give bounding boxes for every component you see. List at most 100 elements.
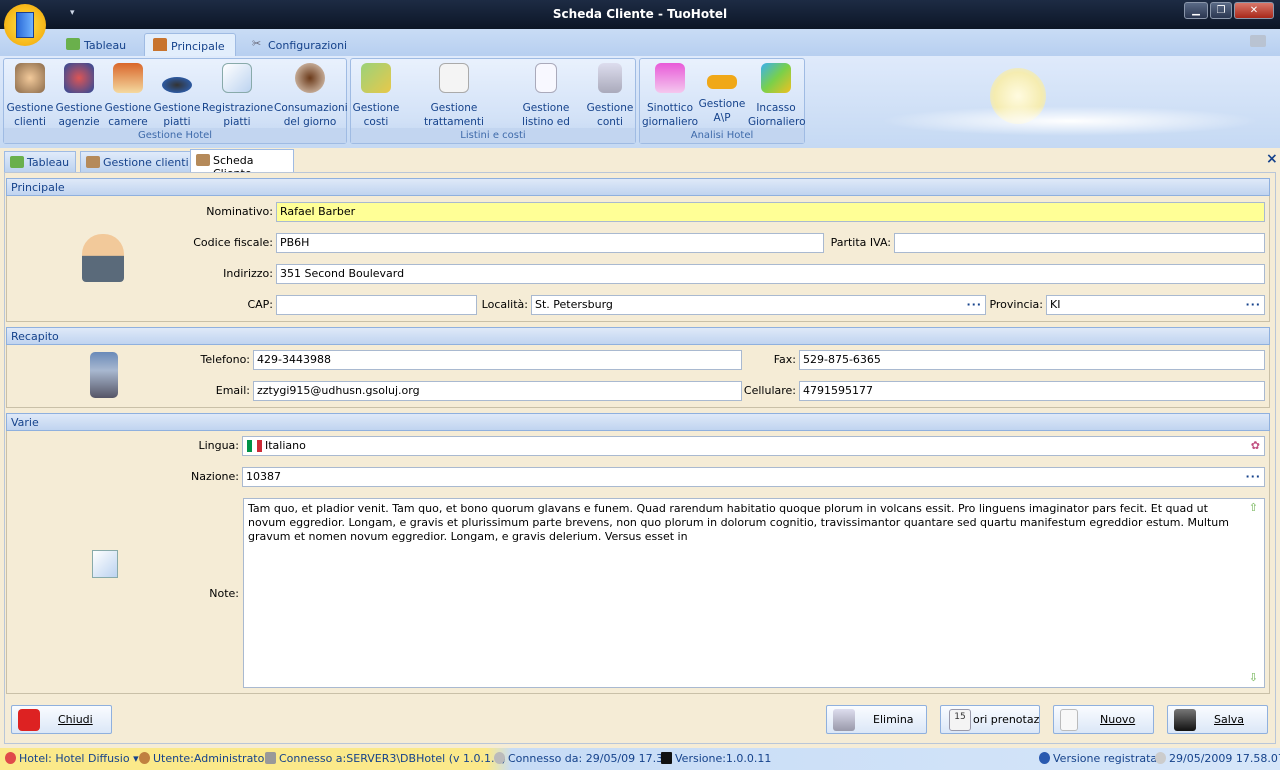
localita-input[interactable]: St. Petersburg ···: [531, 295, 986, 315]
indirizzo-label: Indirizzo:: [223, 267, 273, 280]
quick-access-dropdown[interactable]: ▾: [70, 8, 75, 18]
section-recapito: Recapito: [6, 327, 1270, 345]
consumazioni-giorno-button[interactable]: Consumazioni del giorno: [274, 63, 348, 129]
status-utente: Utente:Administrator: [139, 752, 269, 765]
clock-icon: [1155, 752, 1166, 764]
status-versione: Versione:1.0.0.11: [661, 752, 771, 765]
email-label: Email:: [215, 384, 250, 397]
nazione-label: Nazione:: [191, 470, 239, 483]
house-icon: [113, 63, 143, 93]
fax-input[interactable]: 529-875-6365: [799, 350, 1265, 370]
telefono-label: Telefono:: [200, 353, 250, 366]
lingua-select[interactable]: Italiano ✿: [242, 436, 1265, 456]
gestione-costi-button[interactable]: Gestione costi: [352, 63, 400, 129]
cellulare-label: Cellulare:: [743, 384, 796, 397]
trash-icon: [833, 709, 855, 731]
group-label: Analisi Hotel: [640, 128, 804, 143]
mobile-phone-icon: [90, 352, 118, 398]
partita-iva-label: Partita IVA:: [830, 236, 891, 249]
ribbon-tab-tableau[interactable]: Tableau: [60, 33, 136, 56]
list-icon: [535, 63, 557, 93]
status-connesso: Connesso a:SERVER3\DBHotel (v 1.0.1.1): [265, 752, 506, 765]
codice-fiscale-input[interactable]: PB6H: [276, 233, 824, 253]
floppy-save-icon: [1174, 709, 1196, 731]
database-icon: [265, 752, 276, 764]
status-hotel[interactable]: Hotel: Hotel Diffusio ▾: [5, 752, 139, 765]
nuovo-button[interactable]: Nuovo: [1053, 705, 1154, 734]
provincia-input[interactable]: KI ···: [1046, 295, 1265, 315]
calendar-icon: 15: [949, 709, 971, 731]
status-bar: Hotel: Hotel Diffusio ▾ Utente:Administr…: [0, 748, 1280, 770]
indirizzo-input[interactable]: 351 Second Boulevard: [276, 264, 1265, 284]
checklist-icon: [439, 63, 469, 93]
notepad-icon: [222, 63, 252, 93]
nominativo-input[interactable]: Rafael Barber: [276, 202, 1265, 222]
restore-button[interactable]: ❐: [1210, 2, 1232, 19]
group-gestione-hotel: Gestione clienti Gestione agenzie Gestio…: [3, 58, 348, 144]
gestione-camere-button[interactable]: Gestione camere: [104, 63, 152, 129]
doc-tab-gestione-clienti[interactable]: Gestione clienti: [80, 151, 196, 172]
car-icon: [707, 75, 737, 89]
prenotazioni-button[interactable]: 15ori prenotazior: [940, 705, 1040, 734]
gestione-agenzie-button[interactable]: Gestione agenzie: [55, 63, 103, 129]
gestione-ap-button[interactable]: Gestione A\P: [698, 63, 746, 125]
close-button[interactable]: ✕: [1234, 2, 1274, 19]
calculator-icon: [598, 63, 622, 93]
minimize-button[interactable]: ▁: [1184, 2, 1208, 19]
browse-nazione-button[interactable]: ···: [1245, 468, 1261, 486]
gestione-piatti-button[interactable]: Gestione piatti: [153, 63, 201, 129]
hotel-icon: [5, 752, 16, 764]
close-tab-button[interactable]: ×: [1266, 151, 1278, 167]
window-title: Scheda Cliente - TuoHotel: [552, 7, 728, 21]
butterfly-icon[interactable]: ✿: [1251, 437, 1260, 455]
codice-fiscale-label: Codice fiscale:: [193, 236, 273, 249]
doc-tab-tableau[interactable]: Tableau: [4, 151, 77, 172]
app-logo[interactable]: [4, 4, 46, 46]
note-textarea[interactable]: Tam quo, et pladior venit. Tam quo, et b…: [243, 498, 1265, 688]
sinottico-giornaliero-button[interactable]: Sinottico giornaliero: [642, 63, 698, 129]
group-listini-costi: Gestione costi Gestione trattamenti prom…: [350, 58, 636, 144]
money-icon: [361, 63, 391, 93]
print-icon[interactable]: [1250, 35, 1266, 47]
browse-localita-button[interactable]: ···: [966, 296, 982, 314]
registrazione-piatti-button[interactable]: Registrazione piatti: [202, 63, 273, 129]
cellulare-input[interactable]: 4791595177: [799, 381, 1265, 401]
clouds-decoration: [880, 106, 1260, 136]
status-connesso-da: Connesso da: 29/05/09 17.39: [494, 752, 670, 765]
telefono-input[interactable]: 429-3443988: [253, 350, 742, 370]
scroll-up-icon[interactable]: ⇧: [1249, 501, 1258, 515]
ribbon-tab-principale[interactable]: Principale: [144, 33, 236, 56]
ribbon-tab-configurazioni[interactable]: ✂ Configurazioni: [246, 33, 357, 56]
elimina-button[interactable]: Elimina: [826, 705, 927, 734]
chiudi-button[interactable]: Chiudi: [11, 705, 112, 734]
fax-label: Fax:: [773, 353, 796, 366]
section-principale: Principale: [6, 178, 1270, 196]
provincia-label: Provincia:: [989, 298, 1043, 311]
email-input[interactable]: zztygi915@udhusn.gsoluj.org: [253, 381, 742, 401]
nazione-input[interactable]: 10387 ···: [242, 467, 1265, 487]
incasso-giornaliero-button[interactable]: Incasso Giornaliero: [748, 63, 806, 129]
doc-tab-scheda-cliente[interactable]: Scheda Cliente: [190, 149, 294, 180]
gestione-conti-button[interactable]: Gestione conti: [586, 63, 634, 129]
document-tabs: Tableau Gestione clienti Scheda Cliente …: [0, 149, 1280, 180]
globe-icon: [494, 752, 505, 764]
salva-button[interactable]: Salva: [1167, 705, 1268, 734]
italy-flag-icon: [247, 440, 262, 452]
cap-label: CAP:: [247, 298, 273, 311]
gestione-clienti-button[interactable]: Gestione clienti: [6, 63, 54, 129]
cap-input[interactable]: [276, 295, 477, 315]
coffee-icon: [295, 63, 325, 93]
status-registrata: Versione registrata: [1039, 752, 1157, 765]
browse-provincia-button[interactable]: ···: [1245, 296, 1261, 314]
grid-icon: [655, 63, 685, 93]
clients-icon: [15, 63, 45, 93]
ribbon: Gestione clienti Gestione agenzie Gestio…: [0, 56, 1280, 148]
agent-icon: [64, 63, 94, 93]
partita-iva-input[interactable]: [894, 233, 1265, 253]
scroll-down-icon[interactable]: ⇩: [1249, 671, 1258, 685]
status-datetime: 29/05/2009 17.58.07: [1155, 752, 1280, 765]
localita-label: Località:: [481, 298, 528, 311]
new-document-icon: [1060, 709, 1078, 731]
power-icon: [18, 709, 40, 731]
user-icon: [139, 752, 150, 764]
